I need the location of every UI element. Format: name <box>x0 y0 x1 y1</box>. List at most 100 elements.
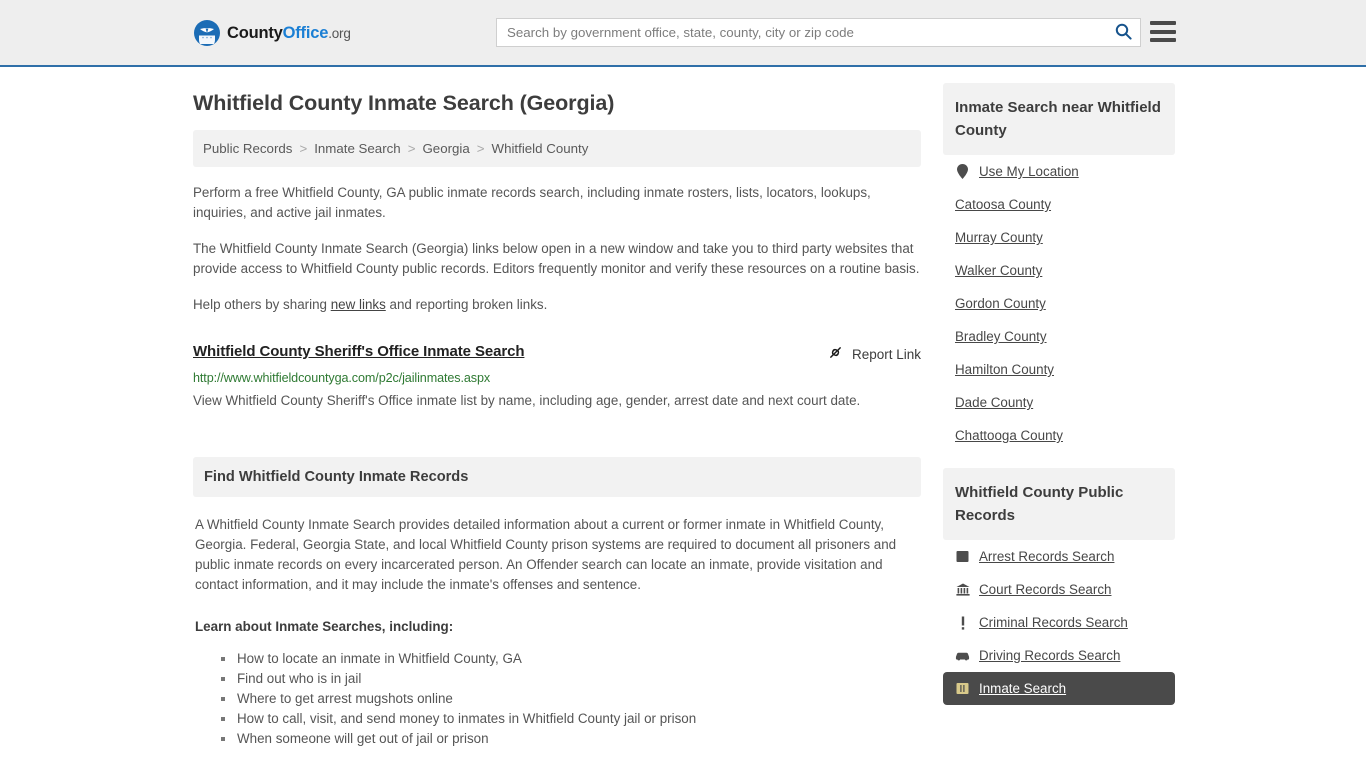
site-logo-text: CountyOffice.org <box>227 24 351 43</box>
breadcrumb-item-public-records[interactable]: Public Records <box>203 141 292 156</box>
list-item: Find out who is in jail <box>221 669 919 689</box>
sidebar-item-label: Driving Records Search <box>979 648 1121 663</box>
new-links-link[interactable]: new links <box>331 297 386 312</box>
hamburger-menu-icon-bar <box>1150 38 1176 42</box>
intro-paragraph-3: Help others by sharing new links and rep… <box>193 295 921 315</box>
map-pin-icon <box>955 164 970 179</box>
find-records-section: Find Whitfield County Inmate Records A W… <box>193 457 921 749</box>
sidebar-item-label: Use My Location <box>979 164 1079 179</box>
list-item: How to locate an inmate in Whitfield Cou… <box>221 649 919 669</box>
intro-p3-before: Help others by sharing <box>193 297 331 312</box>
page-body: Whitfield County Inmate Search (Georgia)… <box>0 67 1366 749</box>
sidebar-item-label: Catoosa County <box>955 197 1052 212</box>
broken-link-icon <box>827 344 844 364</box>
sidebar-item-label: Gordon County <box>955 296 1046 311</box>
breadcrumb-separator: > <box>299 141 308 156</box>
list-item: Use My Location <box>943 155 1175 188</box>
sidebar-item-label: Chattooga County <box>955 428 1063 443</box>
list-item: How to call, visit, and send money to in… <box>221 709 919 729</box>
breadcrumb-item-inmate-search[interactable]: Inmate Search <box>314 141 400 156</box>
sidebar-item-label: Hamilton County <box>955 362 1054 377</box>
brand-part-county: County <box>227 23 283 42</box>
list-item: Gordon County <box>943 287 1175 320</box>
breadcrumb-item-whitfield-county[interactable]: Whitfield County <box>492 141 589 156</box>
sidebar-item-murray-county[interactable]: Murray County <box>943 221 1175 254</box>
search-bar <box>496 18 1141 47</box>
result-description: View Whitfield County Sheriff's Office i… <box>193 393 861 408</box>
hamburger-menu-icon-bar <box>1150 21 1176 25</box>
search-icon <box>1115 23 1132 43</box>
list-item: Where to get arrest mugshots online <box>221 689 919 709</box>
sidebar-item-label: Dade County <box>955 395 1034 410</box>
result-title-link[interactable]: Whitfield County Sheriff's Office Inmate… <box>193 343 525 360</box>
sidebar-item-driving-records-search[interactable]: Driving Records Search <box>943 639 1175 672</box>
list-item: Bradley County <box>943 320 1175 353</box>
list-item: Dade County <box>943 386 1175 419</box>
site-logo[interactable]: CountyOffice.org <box>194 20 351 46</box>
public-records-list: Arrest Records Search Court Records Sear… <box>943 540 1175 705</box>
sidebar: Inmate Search near Whitfield County Use … <box>943 83 1175 749</box>
exclamation-icon <box>955 615 970 630</box>
intro-p3-after: and reporting broken links. <box>385 297 548 312</box>
sidebar-item-label: Murray County <box>955 230 1043 245</box>
report-link-label: Report Link <box>851 346 921 362</box>
sidebar-item-criminal-records-search[interactable]: Criminal Records Search <box>943 606 1175 639</box>
brand-part-tld: .org <box>328 25 351 41</box>
sidebar-item-label: Bradley County <box>955 329 1047 344</box>
list-item: Hamilton County <box>943 353 1175 386</box>
sidebar-item-gordon-county[interactable]: Gordon County <box>943 287 1175 320</box>
sidebar-item-chattooga-county[interactable]: Chattooga County <box>943 419 1175 452</box>
list-item: When someone will get out of jail or pri… <box>221 729 919 749</box>
learn-about-list: How to locate an inmate in Whitfield Cou… <box>195 649 919 749</box>
fingerprint-icon <box>955 549 970 564</box>
sidebar-item-label: Court Records Search <box>979 582 1112 597</box>
list-item: Arrest Records Search <box>943 540 1175 573</box>
page-title: Whitfield County Inmate Search (Georgia) <box>193 91 615 115</box>
hamburger-menu-button[interactable] <box>1150 19 1176 44</box>
sidebar-item-hamilton-county[interactable]: Hamilton County <box>943 353 1175 386</box>
main-content: Whitfield County Inmate Search (Georgia)… <box>193 83 921 749</box>
result-url: http://www.whitfieldcountyga.com/p2c/jai… <box>193 371 491 385</box>
public-records-widget: Whitfield County Public Records Arrest R… <box>943 468 1175 705</box>
public-records-widget-heading: Whitfield County Public Records <box>943 468 1175 540</box>
sidebar-item-label: Criminal Records Search <box>979 615 1128 630</box>
section-paragraph: A Whitfield County Inmate Search provide… <box>195 517 897 592</box>
hamburger-menu-icon-bar <box>1150 29 1176 34</box>
list-item: Murray County <box>943 221 1175 254</box>
sidebar-item-court-records-search[interactable]: Court Records Search <box>943 573 1175 606</box>
breadcrumb-separator: > <box>476 141 485 156</box>
site-header: CountyOffice.org <box>0 0 1366 67</box>
sidebar-item-label: Arrest Records Search <box>979 549 1115 564</box>
nearby-widget-heading: Inmate Search near Whitfield County <box>943 83 1175 155</box>
list-item: Catoosa County <box>943 188 1175 221</box>
list-item: Inmate Search <box>943 672 1175 705</box>
brand-part-office: Office <box>282 23 329 42</box>
breadcrumb-item-georgia[interactable]: Georgia <box>422 141 469 156</box>
list-item: Driving Records Search <box>943 639 1175 672</box>
sidebar-item-use-my-location[interactable]: Use My Location <box>943 155 1175 188</box>
breadcrumb-separator: > <box>407 141 416 156</box>
list-item: Court Records Search <box>943 573 1175 606</box>
sidebar-item-inmate-search[interactable]: Inmate Search <box>943 672 1175 705</box>
report-link-button[interactable]: Report Link <box>827 344 921 364</box>
list-item: Walker County <box>943 254 1175 287</box>
car-icon <box>955 648 970 663</box>
intro-paragraph-2: The Whitfield County Inmate Search (Geor… <box>193 241 920 276</box>
list-item: Criminal Records Search <box>943 606 1175 639</box>
eagle-shield-logo-icon <box>194 20 220 46</box>
result-item: Whitfield County Sheriff's Office Inmate… <box>193 343 921 413</box>
sidebar-item-bradley-county[interactable]: Bradley County <box>943 320 1175 353</box>
sidebar-item-catoosa-county[interactable]: Catoosa County <box>943 188 1175 221</box>
section-heading: Find Whitfield County Inmate Records <box>193 457 921 497</box>
sidebar-item-label: Walker County <box>955 263 1043 278</box>
search-button[interactable] <box>1106 19 1140 46</box>
breadcrumb: Public Records > Inmate Search > Georgia… <box>193 130 921 167</box>
list-item: Chattooga County <box>943 419 1175 452</box>
intro-paragraph-1: Perform a free Whitfield County, GA publ… <box>193 185 871 220</box>
sidebar-item-walker-county[interactable]: Walker County <box>943 254 1175 287</box>
sidebar-item-arrest-records-search[interactable]: Arrest Records Search <box>943 540 1175 573</box>
nearby-inmate-search-widget: Inmate Search near Whitfield County Use … <box>943 83 1175 452</box>
sidebar-item-dade-county[interactable]: Dade County <box>943 386 1175 419</box>
search-input[interactable] <box>497 19 1106 46</box>
sidebar-item-label: Inmate Search <box>979 681 1067 696</box>
